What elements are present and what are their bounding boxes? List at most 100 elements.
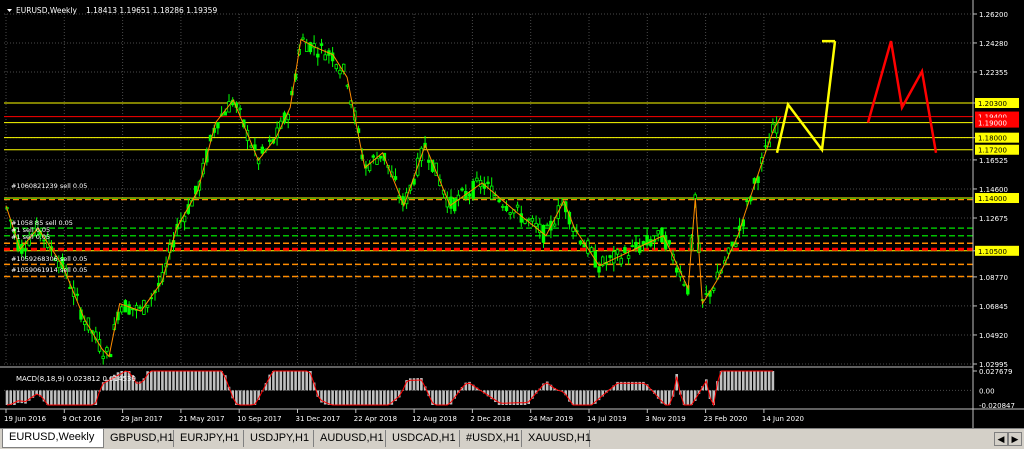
macd-histogram-bar	[301, 371, 305, 391]
time-label: 2 Dec 2018	[470, 415, 510, 423]
candle-body	[145, 304, 150, 308]
candle-body	[589, 247, 594, 252]
macd-histogram-bar	[372, 390, 375, 405]
tab-scroll-right-icon[interactable]: ▶	[1008, 432, 1022, 446]
price-level-label[interactable]: 1.20300	[978, 100, 1007, 108]
time-label: 12 Aug 2018	[412, 415, 457, 423]
tab-audusd-h1[interactable]: AUDUSD,H1	[314, 430, 386, 447]
macd-histogram-bar	[172, 371, 175, 391]
candle-body	[626, 255, 631, 259]
horizontal-levels[interactable]	[4, 102, 973, 278]
macd-histogram-bar	[68, 390, 72, 405]
price-tick-label: 1.22355	[979, 69, 1008, 77]
candle-body	[630, 245, 634, 247]
macd-histogram-bar	[46, 390, 49, 405]
candle-body	[763, 145, 768, 148]
time-label: 22 Apr 2018	[354, 415, 397, 423]
macd-histogram-bar	[383, 390, 386, 405]
tab-gbpusd-h1[interactable]: GBPUSD,H1	[104, 430, 174, 447]
price-tick-label: 1.26200	[979, 11, 1008, 19]
macd-histogram-bar	[175, 371, 179, 391]
bearish-projection-line[interactable]	[866, 40, 938, 154]
candle-body	[726, 247, 731, 254]
macd-histogram-bar	[571, 390, 575, 405]
macd-tick-label: -0.020847	[979, 402, 1015, 410]
macd-histogram-bar	[586, 390, 590, 405]
bullish-projection-line[interactable]	[775, 40, 837, 154]
tab-usdjpy-h1[interactable]: USDJPY,H1	[244, 430, 314, 447]
tab-usdx-h1[interactable]: #USDX,H1	[460, 430, 522, 447]
candle-body	[323, 54, 327, 61]
chart-tabs: EURUSD,Weekly GBPUSD,H1 EURJPY,H1 USDJPY,H1…	[0, 428, 1024, 449]
tab-xauusd-h1[interactable]: XAUUSD,H1	[522, 430, 591, 447]
price-level-label[interactable]: 1.19000	[978, 120, 1007, 128]
macd-histogram-bar	[164, 371, 168, 391]
price-level-label[interactable]: 1.17200	[978, 147, 1007, 155]
candle-body	[619, 257, 623, 265]
macd-histogram-bar	[760, 371, 764, 391]
time-label: 3 Nov 2019	[645, 415, 685, 423]
macd-histogram-bar	[346, 390, 349, 405]
chart-area[interactable]: 19 Jun 2016 9 Oct 2016 29 Jan 2017 21 May 2…	[0, 0, 1024, 428]
candle-body	[105, 347, 109, 352]
macd-tick-label: 0.00	[979, 387, 995, 395]
macd-histogram-bar	[438, 390, 442, 405]
candle-body	[712, 287, 716, 291]
time-label: 10 Sep 2017	[237, 415, 281, 423]
candle-body	[267, 139, 272, 142]
macd-histogram-bar	[246, 390, 249, 405]
candle-body	[623, 247, 627, 254]
chart-title: EURUSD,Weekly	[16, 6, 77, 15]
candle-body	[504, 206, 509, 211]
candle-body	[667, 240, 671, 245]
candle-body	[427, 159, 431, 163]
candle-body	[223, 111, 227, 116]
candle-body	[515, 204, 520, 208]
macd-histogram-bar	[205, 371, 209, 391]
price-chart[interactable]: 19 Jun 2016 9 Oct 2016 29 Jan 2017 21 May 2…	[0, 0, 1024, 428]
tab-eurjpy-h1[interactable]: EURJPY,H1	[174, 430, 244, 447]
time-label: 23 Feb 2020	[704, 415, 748, 423]
macd-histogram-bar	[764, 371, 767, 391]
macd-histogram-bar	[771, 371, 775, 391]
price-level-label[interactable]: 1.18000	[978, 135, 1007, 143]
candle-body	[682, 283, 686, 286]
macd-histogram-bar	[150, 371, 153, 391]
projections[interactable]	[775, 39, 938, 154]
candle-body	[552, 223, 557, 227]
macd-histogram-bar	[298, 371, 301, 391]
candle-body	[704, 293, 708, 295]
order-labels: #1060821239 sell 0.05#1058 85 sell 0.05#…	[11, 182, 87, 274]
macd-histogram-bar	[61, 390, 64, 405]
menu-triangle-icon[interactable]	[7, 9, 12, 12]
candle-body	[489, 185, 494, 200]
tab-scroll-left-icon[interactable]: ◀	[994, 432, 1008, 446]
macd-histogram-bar	[582, 390, 586, 405]
price-tick-label: 1.04920	[979, 332, 1008, 340]
macd-histogram-bar	[338, 390, 342, 405]
candle-body	[101, 355, 105, 359]
macd-histogram-bar	[183, 371, 186, 391]
macd-histogram-bar	[368, 390, 371, 405]
macd-histogram-bar	[198, 371, 201, 391]
candle-body	[238, 108, 242, 110]
tab-eurusd-weekly[interactable]: EURUSD,Weekly	[2, 429, 104, 448]
price-level-label[interactable]: 1.14000	[978, 195, 1007, 203]
macd-histogram-bar	[57, 390, 61, 405]
macd-histogram-bar	[756, 371, 760, 391]
candle-body	[608, 255, 612, 258]
macd-histogram-bar	[686, 390, 690, 405]
macd-histogram-bar	[168, 371, 172, 391]
macd-histogram-bar	[360, 390, 364, 405]
candle-body	[675, 267, 679, 273]
tab-usdcad-h1[interactable]: USDCAD,H1	[386, 430, 460, 447]
macd-histogram-bar	[753, 371, 756, 391]
candle-body	[393, 176, 398, 180]
order-label: #1 sell 0.05	[11, 233, 50, 241]
candle-body	[534, 223, 538, 227]
macd-histogram-bar	[201, 371, 205, 391]
macd-histogram-bar	[335, 390, 338, 405]
price-level-label[interactable]: 1.10500	[978, 248, 1007, 256]
candle-body	[75, 293, 79, 296]
macd-histogram-bar	[305, 371, 308, 391]
